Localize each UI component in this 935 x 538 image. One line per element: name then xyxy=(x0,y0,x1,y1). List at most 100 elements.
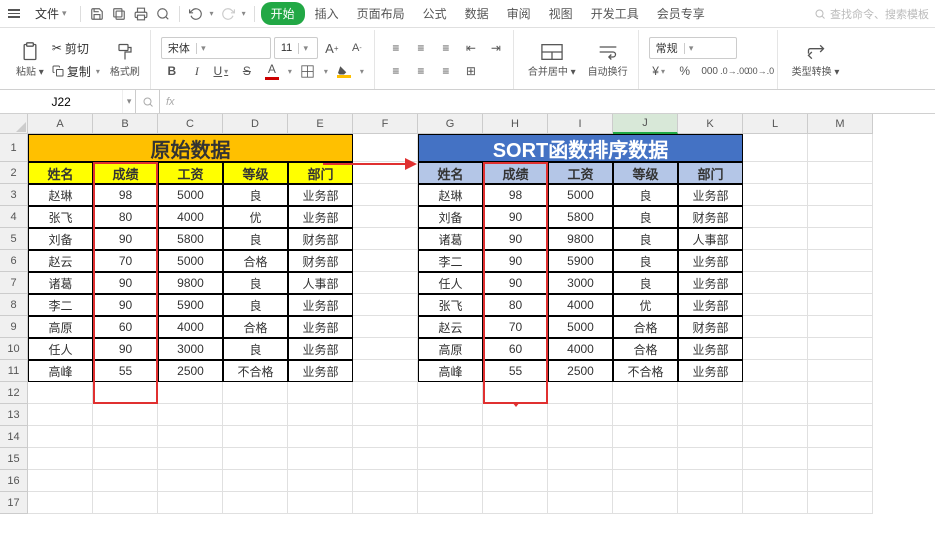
cell[interactable]: 业务部 xyxy=(678,360,743,382)
redo-icon[interactable] xyxy=(218,4,238,24)
bold-button[interactable]: B xyxy=(161,61,183,81)
col-header[interactable]: J xyxy=(613,114,678,134)
cell[interactable]: 业务部 xyxy=(288,316,353,338)
cell[interactable]: 2500 xyxy=(548,360,613,382)
file-menu[interactable]: 文件 xyxy=(28,1,74,26)
tab-插入[interactable]: 插入 xyxy=(307,1,347,26)
cell[interactable] xyxy=(808,294,873,316)
align-mid-icon[interactable]: ≡ xyxy=(410,38,432,58)
col-header[interactable]: D xyxy=(223,114,288,134)
cell[interactable] xyxy=(808,470,873,492)
save-icon[interactable] xyxy=(87,4,107,24)
cell[interactable] xyxy=(353,250,418,272)
cell[interactable]: 80 xyxy=(483,294,548,316)
row-header[interactable]: 13 xyxy=(0,404,28,426)
row-header[interactable]: 7 xyxy=(0,272,28,294)
worksheet[interactable]: ABCDEFGHIJKLM 1234567891011121314151617 … xyxy=(0,114,935,538)
number-format-select[interactable]: 常规▾ xyxy=(649,37,737,59)
cell[interactable]: 诸葛 xyxy=(418,228,483,250)
percent-icon[interactable]: % xyxy=(674,61,696,81)
cell[interactable]: 5000 xyxy=(158,184,223,206)
cell[interactable]: 李二 xyxy=(28,294,93,316)
cell[interactable] xyxy=(743,228,808,250)
cell[interactable] xyxy=(808,316,873,338)
cell[interactable]: 90 xyxy=(483,228,548,250)
cell[interactable] xyxy=(158,492,223,514)
cell[interactable]: 部门 xyxy=(678,162,743,184)
cut-button[interactable]: ✂剪切 xyxy=(52,37,102,59)
cell[interactable] xyxy=(613,492,678,514)
col-header[interactable]: C xyxy=(158,114,223,134)
dec-decimal-icon[interactable]: .00→.0 xyxy=(749,61,771,81)
cell[interactable] xyxy=(418,404,483,426)
cell[interactable] xyxy=(808,134,873,162)
cell[interactable]: 业务部 xyxy=(288,294,353,316)
cell[interactable]: 98 xyxy=(93,184,158,206)
cell[interactable] xyxy=(743,338,808,360)
cell[interactable]: 5900 xyxy=(158,294,223,316)
cell[interactable]: 高峰 xyxy=(418,360,483,382)
cell[interactable] xyxy=(483,426,548,448)
indent-inc-icon[interactable]: ⇥ xyxy=(485,38,507,58)
cell[interactable] xyxy=(743,250,808,272)
cell[interactable] xyxy=(353,294,418,316)
cell[interactable] xyxy=(808,338,873,360)
row-header[interactable]: 11 xyxy=(0,360,28,382)
currency-icon[interactable]: ¥ ▾ xyxy=(649,61,671,81)
cell[interactable]: 合格 xyxy=(223,316,288,338)
cell[interactable]: 9800 xyxy=(158,272,223,294)
cell[interactable] xyxy=(743,294,808,316)
cell[interactable]: 成绩 xyxy=(483,162,548,184)
row-header[interactable]: 8 xyxy=(0,294,28,316)
cell[interactable]: 良 xyxy=(613,206,678,228)
cell[interactable]: 诸葛 xyxy=(28,272,93,294)
cell[interactable] xyxy=(418,448,483,470)
cell[interactable] xyxy=(678,470,743,492)
cell[interactable] xyxy=(808,382,873,404)
cell[interactable] xyxy=(808,162,873,184)
cell[interactable]: 3000 xyxy=(548,272,613,294)
cell[interactable]: 成绩 xyxy=(93,162,158,184)
cell[interactable]: 良 xyxy=(613,184,678,206)
row-header[interactable]: 16 xyxy=(0,470,28,492)
type-convert-button[interactable]: 类型转换 ▾ xyxy=(788,40,844,80)
print-icon[interactable] xyxy=(131,4,151,24)
cell[interactable] xyxy=(288,404,353,426)
cell[interactable]: 良 xyxy=(613,228,678,250)
cell[interactable] xyxy=(353,338,418,360)
cell[interactable]: 5800 xyxy=(158,228,223,250)
cell[interactable] xyxy=(28,448,93,470)
row-header[interactable]: 6 xyxy=(0,250,28,272)
tab-会员专享[interactable]: 会员专享 xyxy=(649,1,713,26)
tab-数据[interactable]: 数据 xyxy=(457,1,497,26)
cell[interactable]: 赵琳 xyxy=(418,184,483,206)
cell[interactable] xyxy=(158,382,223,404)
cell[interactable]: 5000 xyxy=(158,250,223,272)
cell[interactable] xyxy=(678,492,743,514)
cell[interactable]: 良 xyxy=(223,294,288,316)
font-size-select[interactable]: 11▾ xyxy=(274,37,318,59)
cell[interactable]: 合格 xyxy=(613,316,678,338)
cell[interactable]: 5000 xyxy=(548,316,613,338)
row-header[interactable]: 12 xyxy=(0,382,28,404)
row-header[interactable]: 14 xyxy=(0,426,28,448)
cell[interactable] xyxy=(743,206,808,228)
row-header[interactable]: 1 xyxy=(0,134,28,162)
cell[interactable] xyxy=(288,382,353,404)
cancel-fx-icon[interactable] xyxy=(136,90,160,113)
cell[interactable] xyxy=(743,382,808,404)
row-header[interactable]: 2 xyxy=(0,162,28,184)
row-header[interactable]: 9 xyxy=(0,316,28,338)
row-header[interactable]: 3 xyxy=(0,184,28,206)
cell[interactable] xyxy=(158,426,223,448)
cell-format-icon[interactable]: ⊞ xyxy=(460,61,482,81)
cell[interactable] xyxy=(483,492,548,514)
col-header[interactable]: G xyxy=(418,114,483,134)
cell[interactable]: 合格 xyxy=(223,250,288,272)
cell[interactable] xyxy=(353,426,418,448)
paste-button[interactable]: 粘贴 ▾ xyxy=(12,40,48,80)
cell[interactable] xyxy=(613,382,678,404)
cell[interactable]: 90 xyxy=(93,294,158,316)
cell[interactable] xyxy=(353,448,418,470)
italic-button[interactable]: I xyxy=(186,61,208,81)
